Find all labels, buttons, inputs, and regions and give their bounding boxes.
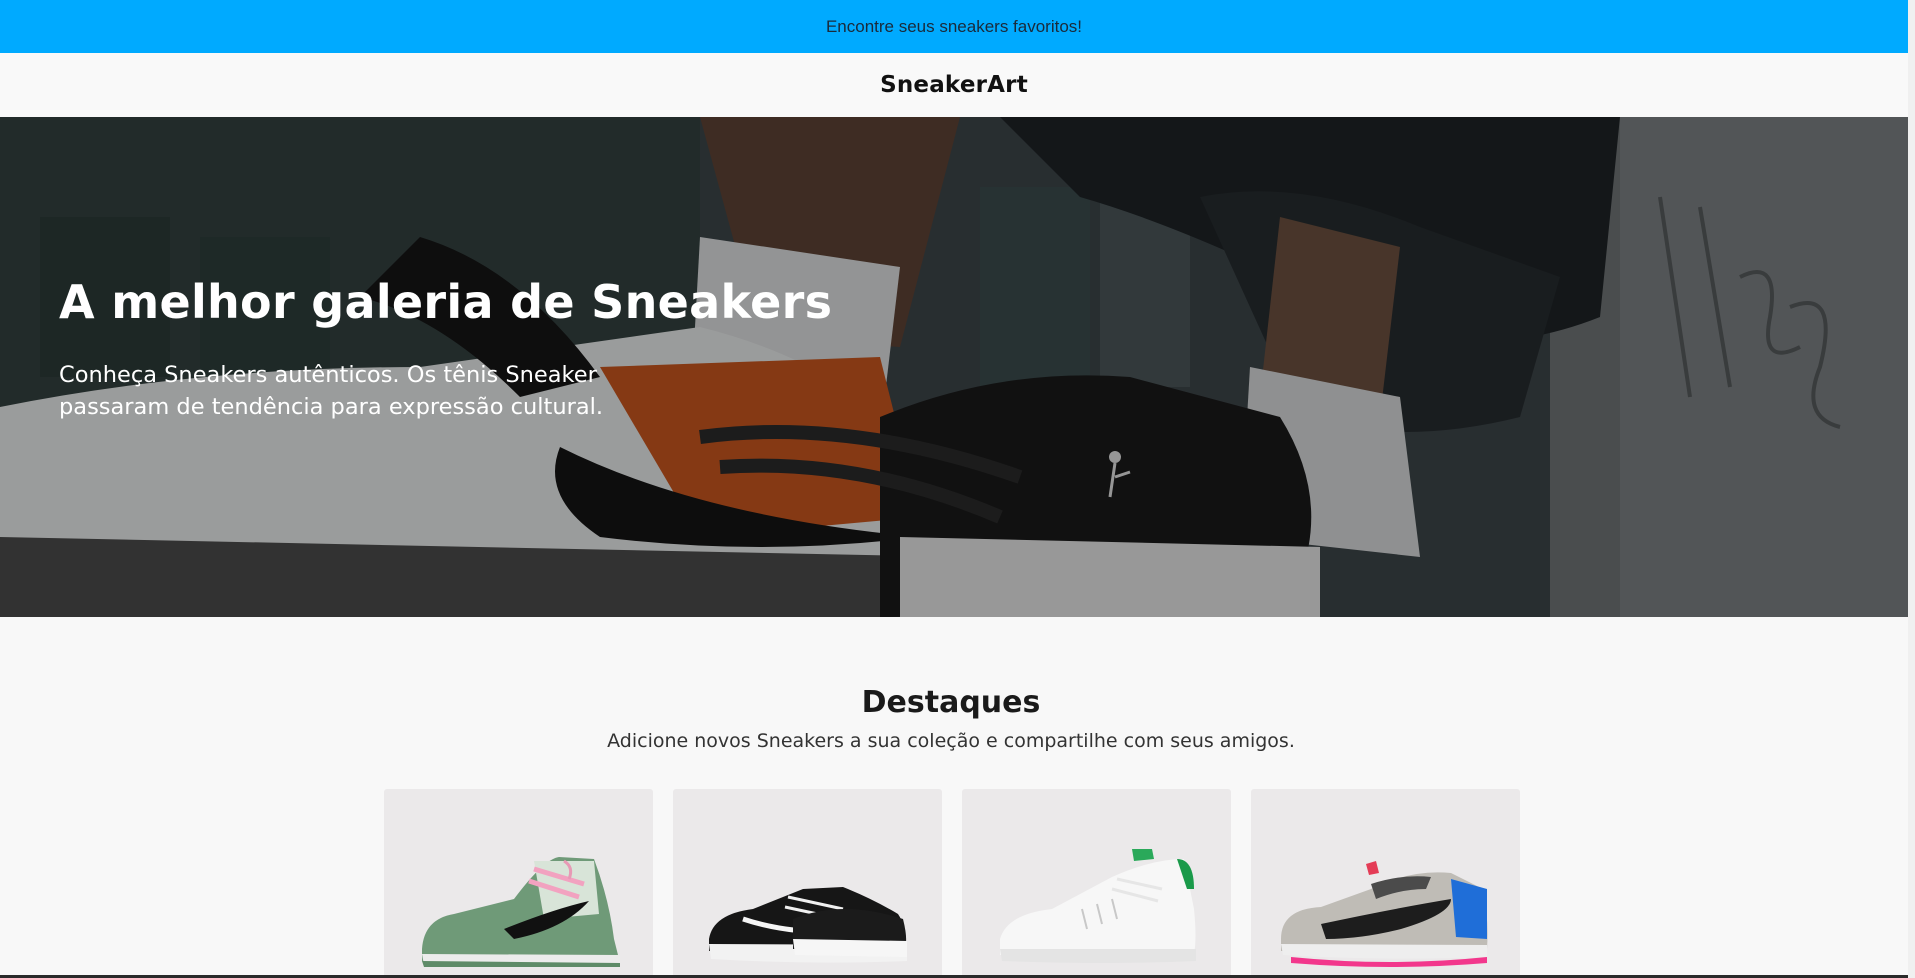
hero-title: A melhor galeria de Sneakers (59, 275, 833, 329)
product-card-white-green[interactable] (962, 789, 1231, 978)
highlights-title: Destaques (861, 685, 1041, 720)
product-cards (384, 789, 1520, 978)
green-high-top-sneaker-image (422, 857, 620, 967)
scrollbar-thumb[interactable] (1908, 0, 1915, 978)
white-green-sneaker-image (1000, 849, 1196, 963)
site-header: SneakerArt (0, 53, 1908, 117)
scrollbar[interactable] (1908, 0, 1915, 978)
promo-text: Encontre seus sneakers favoritos! (825, 16, 1083, 36)
hero-subtitle: Conheça Sneakers autênticos. Os tênis Sn… (59, 362, 604, 420)
page: Encontre seus sneakers favoritos! Sneake… (0, 0, 1915, 978)
grey-runner-sneaker-image (1281, 861, 1488, 967)
highlights-subtitle: Adicione novos Sneakers a sua coleção e … (607, 730, 1295, 752)
black-low-top-sneaker-image (709, 887, 907, 963)
product-card-grey-runner[interactable] (1251, 789, 1520, 978)
promo-bar: Encontre seus sneakers favoritos! (0, 0, 1908, 53)
hero-banner: A melhor galeria de Sneakers Conheça Sne… (0, 117, 1908, 617)
product-card-green-high-top[interactable] (384, 789, 653, 978)
product-card-black-low-top[interactable] (673, 789, 942, 978)
brand-logo-link[interactable]: SneakerArt (880, 72, 1028, 98)
highlights-section: Destaques Adicione novos Sneakers a sua … (0, 617, 1908, 978)
